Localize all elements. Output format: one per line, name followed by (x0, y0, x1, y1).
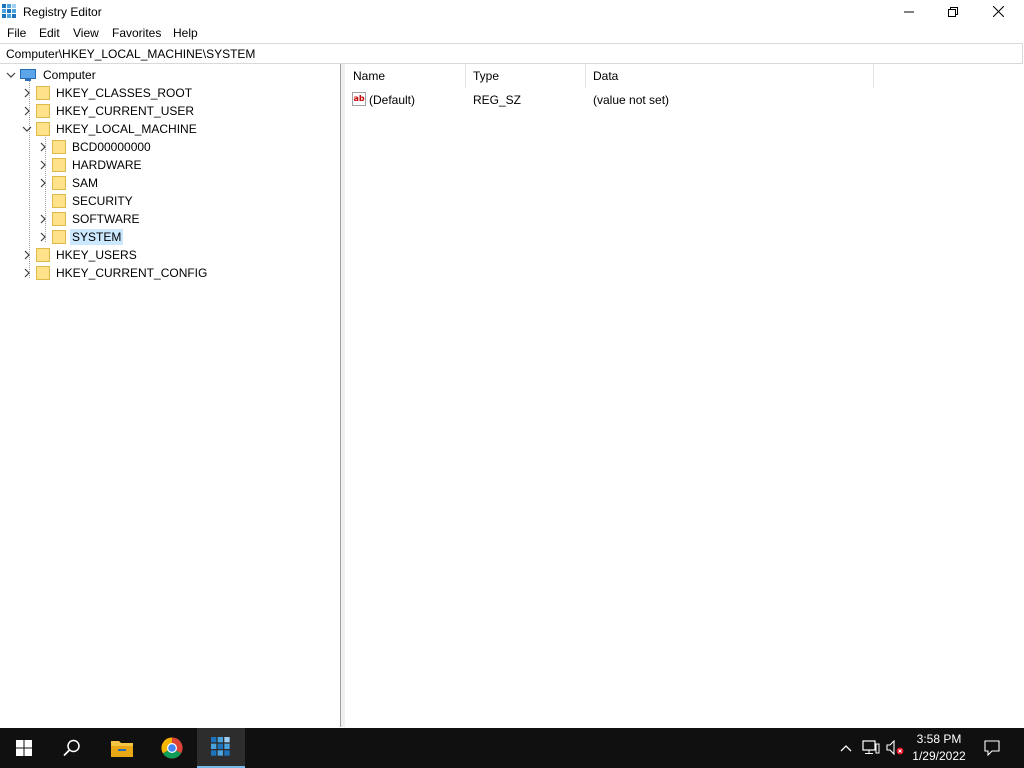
folder-icon (36, 104, 50, 118)
tree-label: HKEY_CURRENT_CONFIG (56, 266, 208, 280)
tree-item-system[interactable]: SYSTEM (37, 228, 124, 246)
restore-button[interactable] (930, 0, 976, 23)
folder-icon (52, 212, 66, 226)
tree-label-selected: SYSTEM (70, 229, 124, 245)
folder-icon (36, 248, 50, 262)
file-explorer-button[interactable] (98, 728, 146, 768)
chevron-right-icon[interactable] (21, 105, 33, 117)
column-header-name[interactable]: Name (346, 64, 466, 88)
volume-muted-icon (886, 740, 904, 756)
chevron-down-icon[interactable] (21, 123, 33, 135)
menu-file[interactable]: File (7, 26, 26, 40)
title-bar: Registry Editor (0, 0, 1024, 23)
windows-start-icon (16, 740, 32, 756)
search-icon (63, 739, 80, 757)
folder-icon (52, 230, 66, 244)
value-data: (value not set) (593, 93, 670, 107)
tree-label: SOFTWARE (72, 212, 140, 226)
menu-favorites[interactable]: Favorites (112, 26, 161, 40)
restore-icon (948, 6, 958, 17)
registry-editor-icon (2, 4, 16, 18)
tree-label: HARDWARE (72, 158, 142, 172)
list-header: Name Type Data (346, 64, 874, 88)
chevron-right-icon[interactable] (37, 159, 49, 171)
tree-item-sam[interactable]: SAM (37, 174, 100, 192)
close-button[interactable] (975, 0, 1021, 23)
taskbar: 3:58 PM 1/29/2022 (0, 728, 1024, 768)
start-button[interactable] (0, 728, 48, 768)
tree-label: Computer (43, 68, 96, 82)
menu-edit[interactable]: Edit (39, 26, 60, 40)
network-button[interactable] (860, 728, 882, 768)
notification-icon (984, 740, 1000, 756)
file-explorer-icon (111, 741, 133, 757)
search-button[interactable] (48, 728, 96, 768)
computer-icon (20, 68, 36, 81)
volume-button[interactable] (884, 728, 906, 768)
value-name: (Default) (369, 93, 416, 107)
tree-label: HKEY_CLASSES_ROOT (56, 86, 193, 100)
list-row[interactable]: ab (Default) REG_SZ (value not set) (346, 90, 886, 110)
minimize-button[interactable] (886, 0, 932, 23)
tree-item-security[interactable]: SECURITY (37, 192, 135, 210)
pane-splitter[interactable] (341, 64, 345, 727)
chevron-right-icon[interactable] (37, 177, 49, 189)
tree-item-hkey-classes-root[interactable]: HKEY_CLASSES_ROOT (21, 84, 194, 102)
show-hidden-icons-button[interactable] (836, 728, 856, 768)
values-list[interactable]: Name Type Data ab (Default) REG_SZ (valu… (346, 64, 1024, 727)
folder-icon (36, 266, 50, 280)
minimize-icon (904, 11, 914, 12)
tree-item-hkey-users[interactable]: HKEY_USERS (21, 246, 139, 264)
tree-label: BCD00000000 (72, 140, 151, 154)
tree-item-software[interactable]: SOFTWARE (37, 210, 142, 228)
clock[interactable]: 3:58 PM 1/29/2022 (904, 731, 974, 765)
action-center-button[interactable] (976, 728, 1008, 768)
folder-icon (36, 122, 50, 136)
chevron-right-icon[interactable] (21, 249, 33, 261)
tree-label: SAM (72, 176, 99, 190)
address-bar[interactable]: Computer\HKEY_LOCAL_MACHINE\SYSTEM (0, 43, 1023, 64)
chevron-right-icon[interactable] (37, 213, 49, 225)
menu-bar: File Edit View Favorites Help (0, 23, 1024, 43)
tree-item-computer[interactable]: Computer (5, 66, 98, 84)
tree-item-hkey-current-config[interactable]: HKEY_CURRENT_CONFIG (21, 264, 209, 282)
network-icon (862, 740, 880, 754)
column-header-data[interactable]: Data (586, 64, 874, 88)
tree-label: HKEY_USERS (56, 248, 137, 262)
chevron-right-icon[interactable] (37, 141, 49, 153)
menu-view[interactable]: View (73, 26, 99, 40)
chevron-up-icon (840, 745, 852, 752)
column-header-type[interactable]: Type (466, 64, 586, 88)
tree-item-bcd00000000[interactable]: BCD00000000 (37, 138, 153, 156)
menu-help[interactable]: Help (173, 26, 198, 40)
tree-label: HKEY_LOCAL_MACHINE (56, 122, 197, 136)
registry-editor-taskbar-button[interactable] (197, 728, 245, 768)
value-type: REG_SZ (473, 93, 522, 107)
string-value-icon: ab (352, 92, 366, 106)
close-icon (992, 6, 1004, 17)
folder-icon (36, 86, 50, 100)
chevron-right-icon[interactable] (37, 231, 49, 243)
clock-time: 3:58 PM (916, 732, 962, 746)
chevron-right-icon[interactable] (21, 267, 33, 279)
key-tree[interactable]: Computer HKEY_CLASSES_ROOT HKEY_CURRENT_… (0, 64, 341, 727)
clock-date: 1/29/2022 (912, 749, 966, 763)
chevron-down-icon[interactable] (5, 69, 17, 81)
tree-label: SECURITY (72, 194, 133, 208)
folder-icon (52, 158, 66, 172)
tree-item-hkey-local-machine[interactable]: HKEY_LOCAL_MACHINE (21, 120, 199, 138)
folder-icon (52, 140, 66, 154)
window-title: Registry Editor (23, 5, 102, 19)
address-path[interactable]: Computer\HKEY_LOCAL_MACHINE\SYSTEM (6, 47, 255, 61)
tree-item-hardware[interactable]: HARDWARE (37, 156, 144, 174)
folder-icon (52, 194, 66, 208)
chevron-right-icon[interactable] (21, 87, 33, 99)
tree-label: HKEY_CURRENT_USER (56, 104, 195, 118)
folder-icon (52, 176, 66, 190)
chrome-button[interactable] (148, 728, 196, 768)
chrome-icon (161, 737, 183, 759)
registry-editor-icon (211, 737, 230, 756)
tree-item-hkey-current-user[interactable]: HKEY_CURRENT_USER (21, 102, 196, 120)
